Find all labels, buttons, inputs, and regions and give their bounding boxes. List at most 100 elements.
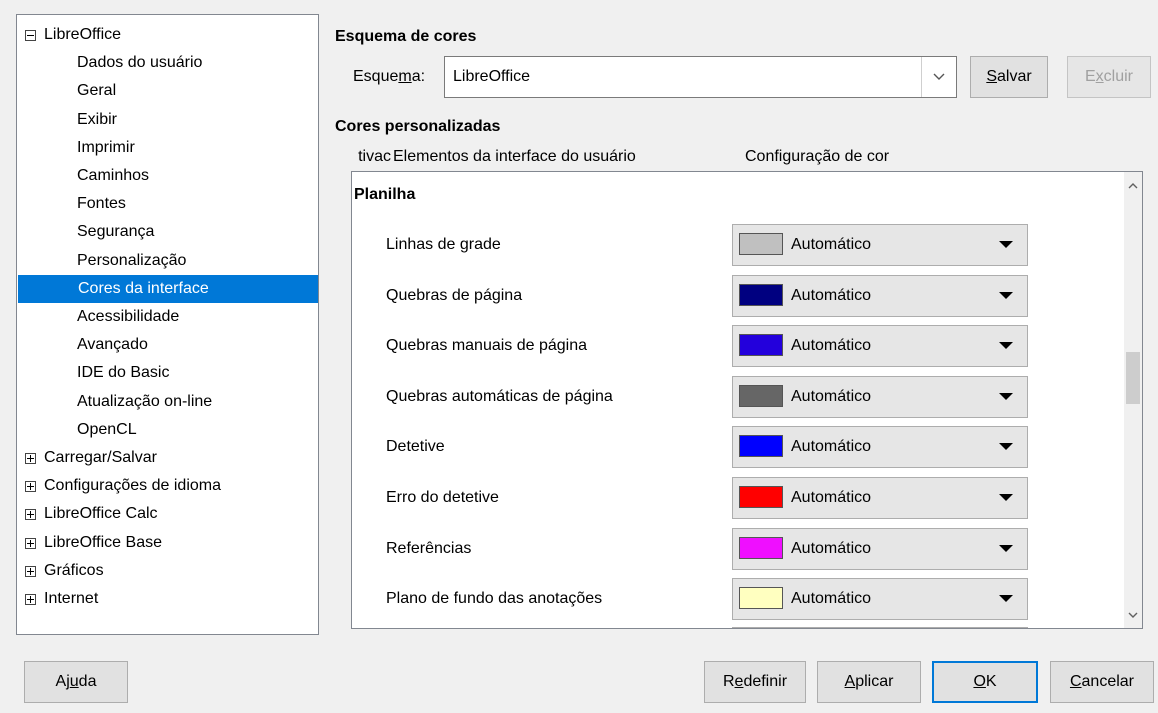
color-dropdown-partial[interactable] [732, 627, 1028, 628]
color-swatch [739, 587, 783, 610]
tree-item-label: Dados do usuário [77, 54, 203, 72]
ui-element-label: Detetive [386, 438, 445, 456]
ui-element-label: Erro do detetive [386, 489, 499, 506]
tree-item-label: Carregar/Salvar [44, 449, 157, 466]
tree-item-label: Fontes [77, 195, 126, 213]
save-button[interactable]: Salvar [970, 56, 1048, 98]
color-swatch [739, 384, 783, 407]
ui-element-label: Quebras manuais de página [386, 337, 588, 355]
vertical-scrollbar[interactable] [1124, 172, 1142, 628]
tree-item-label: LibreOffice Calc [44, 505, 158, 523]
color-dropdown[interactable]: Automático [732, 224, 1028, 266]
column-header-elements[interactable]: Elementos da interface do usuário [393, 148, 636, 166]
tree-item[interactable]: Exibir [17, 106, 317, 134]
tree-item-label: Avançado [77, 336, 148, 354]
color-swatch [739, 536, 783, 559]
ok-button[interactable]: OK [932, 661, 1038, 703]
tree-item[interactable]: Caminhos [17, 162, 317, 190]
tree-item[interactable]: Dados do usuário [17, 49, 317, 77]
color-dropdown[interactable]: Automático [732, 578, 1028, 621]
help-button[interactable]: Ajuda [24, 661, 128, 703]
dropdown-arrow-icon [999, 494, 1013, 501]
color-swatch [739, 486, 783, 508]
color-dropdown[interactable]: Automático [732, 274, 1028, 317]
color-dropdown[interactable]: Automático [732, 325, 1028, 368]
expand-plus-icon[interactable] [25, 537, 36, 549]
tree-item-label: Gráficos [44, 561, 104, 579]
tree-item[interactable]: Acessibilidade [17, 303, 317, 331]
tree-item-label: Cores da interface [78, 279, 209, 297]
tree-item-label: LibreOffice Base [44, 533, 162, 551]
tree-item[interactable]: Atualização on-line [17, 388, 317, 416]
scroll-down-icon[interactable] [1128, 612, 1138, 619]
tree-item-label: OpenCL [77, 420, 137, 438]
dropdown-arrow-icon [999, 291, 1013, 299]
tree-item[interactable]: OpenCL [17, 416, 317, 444]
tree-item[interactable]: Personalização [17, 247, 317, 275]
color-value: Automático [791, 438, 872, 456]
color-value: Automático [791, 539, 872, 557]
ui-element-label: Plano de fundo das anotações [386, 590, 603, 608]
chevron-down-icon[interactable] [921, 57, 956, 97]
dropdown-arrow-icon [999, 443, 1013, 451]
tree-item[interactable]: Internet [17, 585, 317, 613]
color-value: Automático [791, 590, 872, 608]
tree-item-label: IDE do Basic [77, 364, 170, 382]
expand-plus-icon[interactable] [25, 565, 36, 577]
color-dropdown[interactable]: Automático [732, 477, 1028, 519]
color-settings-list[interactable]: Planilha Linhas de grade Automático Quebra… [351, 171, 1143, 629]
dropdown-arrow-icon [999, 342, 1013, 350]
options-tree[interactable]: LibreOffice Dados do usuário Geral Exibir Im… [16, 14, 319, 635]
tree-item[interactable]: Cores da interface [18, 274, 318, 303]
expand-plus-icon[interactable] [25, 453, 36, 464]
ui-element-label: Quebras automáticas de página [386, 387, 613, 405]
scheme-section-title: Esquema de cores [335, 28, 477, 45]
expand-plus-icon[interactable] [25, 594, 36, 605]
color-swatch [739, 283, 783, 306]
expand-plus-icon[interactable] [25, 509, 36, 521]
group-heading: Planilha [354, 186, 416, 203]
apply-button[interactable]: Aplicar [817, 661, 921, 703]
color-value: Automático [791, 337, 872, 355]
tree-item-label: Imprimir [77, 138, 135, 156]
tree-item[interactable]: Imprimir [17, 134, 317, 162]
dropdown-arrow-icon [999, 241, 1013, 248]
cancel-button[interactable]: Cancelar [1050, 661, 1154, 703]
tree-item[interactable]: Gráficos [17, 557, 317, 585]
scrollbar-thumb[interactable] [1126, 352, 1140, 404]
tree-item[interactable]: Carregar/Salvar [17, 444, 317, 472]
tree-item[interactable]: LibreOffice [17, 21, 317, 49]
tree-item[interactable]: IDE do Basic [17, 359, 317, 387]
color-value: Automático [791, 236, 872, 253]
scheme-label: Esquema: [353, 68, 426, 85]
tree-item[interactable]: Segurança [17, 218, 317, 246]
collapse-minus-icon[interactable] [25, 30, 36, 41]
delete-button: Excluir [1067, 56, 1151, 98]
column-header-active[interactable]: tivac [331, 148, 391, 166]
tree-item[interactable]: Fontes [17, 190, 317, 218]
color-dropdown[interactable]: Automático [732, 527, 1028, 570]
color-dropdown[interactable]: Automático [732, 375, 1028, 418]
color-dropdown[interactable]: Automático [732, 426, 1028, 469]
color-value: Automático [791, 286, 872, 304]
tree-item[interactable]: Geral [17, 77, 317, 105]
tree-item-label: Internet [44, 590, 99, 607]
ui-element-label: Linhas de grade [386, 236, 501, 253]
color-value: Automático [791, 489, 872, 506]
reset-button[interactable]: Redefinir [704, 661, 806, 703]
expand-plus-icon[interactable] [25, 481, 36, 493]
ui-element-label: Referências [386, 539, 472, 557]
scheme-select[interactable]: LibreOffice [444, 56, 957, 98]
color-value: Automático [791, 387, 872, 405]
tree-item-label: Segurança [77, 223, 155, 241]
column-header-color[interactable]: Configuração de cor [745, 148, 889, 166]
tree-item[interactable]: Avançado [17, 331, 317, 359]
tree-item-label: Acessibilidade [77, 308, 180, 325]
tree-item[interactable]: LibreOffice Base [17, 529, 317, 557]
tree-item[interactable]: LibreOffice Calc [17, 500, 317, 528]
dropdown-arrow-icon [999, 595, 1013, 603]
color-swatch [739, 233, 783, 255]
scroll-up-icon[interactable] [1128, 182, 1138, 189]
dropdown-arrow-icon [999, 544, 1013, 552]
tree-item[interactable]: Configurações de idioma [17, 472, 317, 500]
